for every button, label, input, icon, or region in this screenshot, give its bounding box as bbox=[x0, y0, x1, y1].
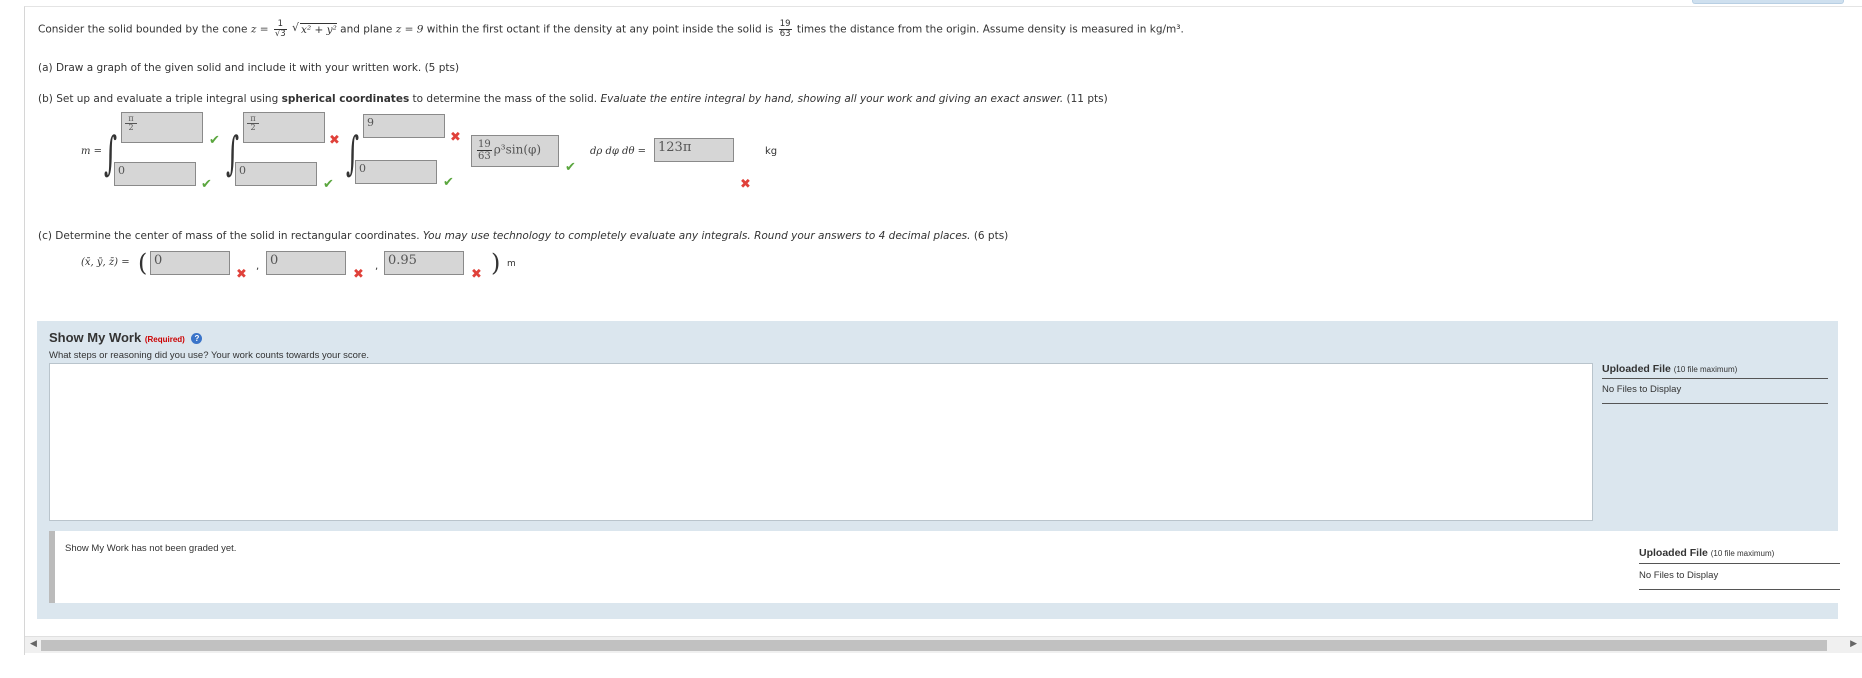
mass-label: m = bbox=[81, 146, 103, 157]
integrand-den: 63 bbox=[478, 151, 491, 162]
no-files-text: No Files to Display bbox=[1602, 384, 1682, 395]
part-b-italic: Evaluate the entire integral by hand, sh… bbox=[600, 93, 1064, 105]
graded-status: Show My Work has not been graded yet. bbox=[65, 543, 237, 554]
work-title-text: Show My Work bbox=[49, 330, 142, 345]
part-c-italic: You may use technology to completely eva… bbox=[422, 230, 971, 242]
inner-lower-check-icon: ✔ bbox=[443, 175, 454, 190]
cone-fraction: 1 √3 bbox=[273, 20, 287, 39]
middle-upper-input[interactable]: π2 bbox=[243, 112, 325, 143]
part-a: (a) Draw a graph of the given solid and … bbox=[38, 62, 460, 74]
outer-upper-input[interactable]: π2 bbox=[121, 112, 203, 143]
integrand-input[interactable]: 19 63 ρ³sin(φ) bbox=[471, 135, 559, 167]
graded-upload-title-text: Uploaded File bbox=[1639, 547, 1708, 559]
part-b-mid: to determine the mass of the solid. bbox=[412, 93, 598, 105]
part-c-pre: (c) Determine the center of mass of the … bbox=[38, 230, 420, 242]
cone-sqrt: x² + y² bbox=[292, 21, 337, 36]
cone-lhs: z = bbox=[250, 23, 269, 36]
density-fraction: 19 63 bbox=[778, 20, 792, 39]
comma-1: , bbox=[256, 261, 260, 272]
upload-divider-top bbox=[1602, 378, 1828, 379]
problem-statement: Consider the solid bounded by the cone z… bbox=[38, 20, 1184, 39]
part-c: (c) Determine the center of mass of the … bbox=[38, 230, 1008, 242]
cone-frac-den: √3 bbox=[274, 29, 286, 39]
work-subtitle: What steps or reasoning did you use? You… bbox=[49, 350, 370, 361]
center-label: (x̄, ȳ, z̄) = bbox=[81, 257, 130, 268]
part-c-pts: (6 pts) bbox=[973, 230, 1009, 242]
upload-title-text: Uploaded File bbox=[1602, 363, 1671, 375]
horizontal-scrollbar[interactable]: ◀ ▶ bbox=[25, 636, 1862, 653]
center-z-input[interactable]: 0.95 bbox=[384, 251, 464, 275]
uploaded-file-title: Uploaded File (10 file maximum) bbox=[1602, 363, 1737, 375]
mass-unit: kg bbox=[765, 146, 778, 157]
middle-upper-den: 2 bbox=[250, 123, 256, 132]
graded-upload-divider-bottom bbox=[1639, 589, 1840, 590]
center-z-cross-icon: ✖ bbox=[471, 267, 482, 282]
middle-upper-frac: π2 bbox=[247, 115, 259, 132]
center-x-cross-icon: ✖ bbox=[236, 267, 247, 282]
center-y-input[interactable]: 0 bbox=[266, 251, 346, 275]
work-editor[interactable] bbox=[49, 363, 1593, 521]
show-my-work-title: Show My Work (Required) ? bbox=[49, 330, 203, 345]
middle-lower-input[interactable]: 0 bbox=[235, 162, 317, 186]
integrand-num: 19 bbox=[477, 139, 492, 151]
part-b-pts: (11 pts) bbox=[1066, 93, 1108, 105]
outer-lower-check-icon: ✔ bbox=[201, 177, 212, 192]
scrollbar-thumb[interactable] bbox=[41, 640, 1827, 651]
part-b-bold: spherical coordinates bbox=[281, 93, 410, 105]
show-my-work-panel: Show My Work (Required) ? What steps or … bbox=[37, 321, 1840, 619]
outer-lower-input[interactable]: 0 bbox=[114, 162, 196, 186]
mass-result-input[interactable]: 123π bbox=[654, 138, 734, 162]
integrand-fraction: 19 63 bbox=[477, 139, 492, 162]
part-b: (b) Set up and evaluate a triple integra… bbox=[38, 93, 1108, 105]
inner-lower-input[interactable]: 0 bbox=[355, 160, 437, 184]
mass-result-cross-icon: ✖ bbox=[740, 177, 751, 192]
density-den: 63 bbox=[779, 29, 791, 39]
graded-upload-divider-top bbox=[1639, 563, 1840, 564]
left-paren: ( bbox=[138, 249, 148, 277]
center-y-cross-icon: ✖ bbox=[353, 267, 364, 282]
upload-divider-bottom bbox=[1602, 403, 1828, 404]
graded-box: Show My Work has not been graded yet. Up… bbox=[49, 531, 1840, 603]
middle-lower-check-icon: ✔ bbox=[323, 177, 334, 192]
scroll-left-icon[interactable]: ◀ bbox=[30, 639, 37, 649]
middle-upper-cross-icon: ✖ bbox=[329, 133, 340, 148]
center-x-input[interactable]: 0 bbox=[150, 251, 230, 275]
intro-text-c: within the first octant if the density a… bbox=[426, 23, 774, 36]
center-unit: m bbox=[507, 259, 516, 269]
inner-upper-input[interactable]: 9 bbox=[363, 114, 445, 138]
upload-limit: (10 file maximum) bbox=[1673, 365, 1738, 374]
required-label: (Required) bbox=[144, 335, 185, 344]
intro-text-b: and plane bbox=[340, 23, 393, 36]
differentials: dρ dφ dθ = bbox=[590, 146, 647, 157]
help-icon[interactable]: ? bbox=[191, 333, 203, 345]
graded-upload-limit: (10 file maximum) bbox=[1710, 549, 1775, 558]
intro-text-d: times the distance from the origin. Assu… bbox=[796, 23, 1184, 36]
outer-upper-check-icon: ✔ bbox=[209, 133, 220, 148]
comma-2: , bbox=[375, 261, 379, 272]
top-bar-edge bbox=[1692, 0, 1844, 4]
outer-upper-den: 2 bbox=[128, 123, 134, 132]
plane-eq: z = 9 bbox=[395, 23, 424, 36]
integrand-check-icon: ✔ bbox=[565, 160, 576, 175]
right-paren: ) bbox=[491, 249, 501, 277]
scroll-right-icon[interactable]: ▶ bbox=[1850, 639, 1857, 649]
graded-no-files-text: No Files to Display bbox=[1639, 570, 1719, 581]
integrand-rest: ρ³sin(φ) bbox=[493, 142, 542, 157]
inner-upper-cross-icon: ✖ bbox=[450, 130, 461, 145]
part-b-pre: (b) Set up and evaluate a triple integra… bbox=[38, 93, 279, 105]
intro-text: Consider the solid bounded by the cone bbox=[38, 23, 248, 36]
outer-upper-frac: π2 bbox=[125, 115, 137, 132]
graded-uploaded-file-title: Uploaded File (10 file maximum) bbox=[1639, 547, 1774, 559]
